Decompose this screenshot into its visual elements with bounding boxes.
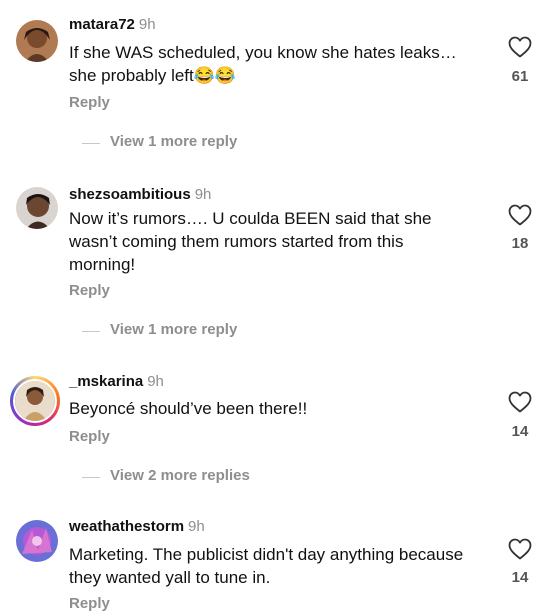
like-count: 18	[511, 235, 529, 252]
avatar-story-ring[interactable]	[10, 376, 60, 426]
username[interactable]: _mskarina	[69, 373, 143, 390]
avatar[interactable]	[16, 20, 58, 62]
divider	[82, 477, 100, 478]
divider	[82, 143, 100, 144]
comment-header: weathathestorm 9h	[69, 518, 205, 535]
avatar-image	[15, 381, 55, 421]
avatar-image	[16, 520, 58, 562]
like-count: 61	[511, 68, 529, 85]
username[interactable]: matara72	[69, 16, 135, 33]
heart-outline-icon[interactable]	[508, 204, 532, 226]
avatar-image	[16, 20, 58, 62]
username[interactable]: shezsoambitious	[69, 186, 191, 203]
comment-text: If she WAS scheduled, you know she hates…	[69, 43, 457, 85]
avatar-image	[16, 187, 58, 229]
username[interactable]: weathathestorm	[69, 518, 184, 535]
like-count: 14	[511, 423, 529, 440]
reply-button[interactable]: Reply	[69, 94, 110, 111]
timestamp: 9h	[147, 373, 164, 390]
reply-button[interactable]: Reply	[69, 595, 110, 612]
like-count: 14	[511, 569, 529, 586]
comment-header: shezsoambitious 9h	[69, 186, 211, 203]
comment-text: Beyoncé should’ve been there!!	[69, 399, 308, 418]
divider	[82, 331, 100, 332]
more-dots-icon[interactable]	[506, 0, 526, 6]
comment-text: Marketing. The publicist didn't day anyt…	[69, 545, 464, 587]
heart-outline-icon[interactable]	[508, 36, 532, 58]
avatar[interactable]	[16, 187, 58, 229]
reply-button[interactable]: Reply	[69, 428, 110, 445]
view-replies-label: View 1 more reply	[110, 133, 238, 150]
timestamp: 9h	[138, 16, 156, 33]
comment-header: matara72 9h	[69, 16, 156, 33]
comment-header: _mskarina 9h	[69, 373, 164, 390]
view-replies-label: View 2 more replies	[110, 467, 250, 484]
timestamp: 9h	[194, 186, 212, 203]
reply-button[interactable]: Reply	[69, 282, 110, 299]
heart-outline-icon[interactable]	[508, 538, 532, 560]
view-replies-label: View 1 more reply	[110, 321, 238, 338]
comment-text: Now it’s rumors…. U coulda BEEN said tha…	[69, 209, 432, 274]
heart-outline-icon[interactable]	[508, 391, 532, 413]
avatar[interactable]	[16, 520, 58, 562]
timestamp: 9h	[188, 518, 205, 535]
